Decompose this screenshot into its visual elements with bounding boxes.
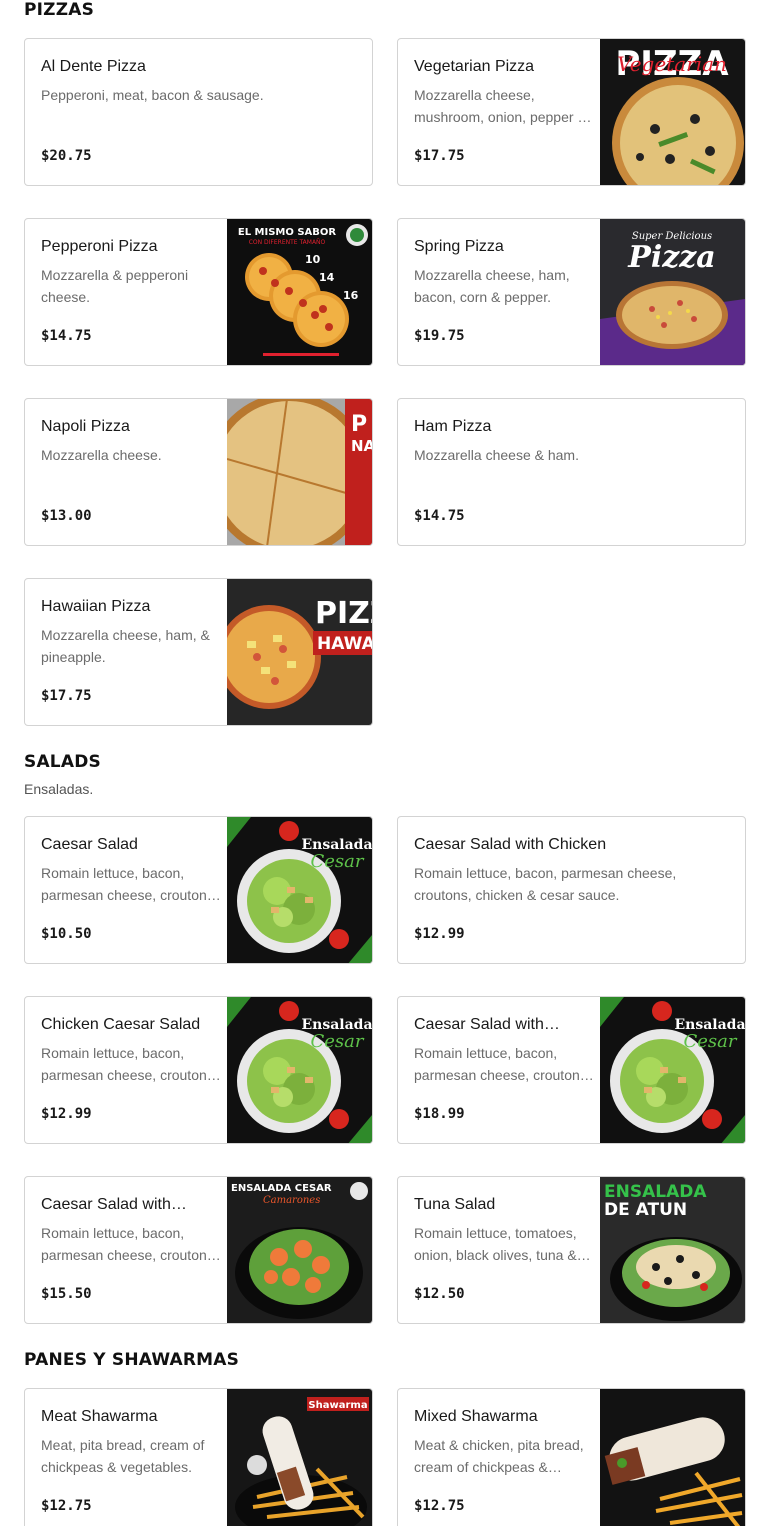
tuna-salad-image: ENSALADA DE ATUN [600,1177,745,1323]
svg-text:ENSALADA CESAR: ENSALADA CESAR [231,1183,332,1194]
svg-text:10: 10 [305,253,321,266]
svg-text:NA: NA [351,437,372,455]
menu-item-vegetarian-pizza[interactable]: Vegetarian Pizza Mozzarella cheese, mush… [397,38,746,186]
svg-text:P: P [351,412,367,437]
menu-item-caesar-salad-with-chicken[interactable]: Caesar Salad with Chicken Romain lettuce… [397,816,746,964]
meat-shawarma-image: Shawarma [227,1389,372,1526]
item-name: Al Dente Pizza [41,58,146,75]
menu-item-caesar-salad-with-1[interactable]: Caesar Salad with… Romain lettuce, bacon… [397,996,746,1144]
menu-item-pepperoni-pizza[interactable]: Pepperoni Pizza Mozzarella & pepperoni c… [24,218,373,366]
item-name: Vegetarian Pizza [414,58,535,75]
menu-item-mixed-shawarma[interactable]: Mixed Shawarma Meat & chicken, pita brea… [397,1388,746,1526]
menu-item-tuna-salad[interactable]: Tuna Salad Romain lettuce, tomatoes, oni… [397,1176,746,1324]
menu-item-al-dente-pizza[interactable]: Al Dente Pizza Pepperoni, meat, bacon & … [24,38,373,186]
item-description: Romain lettuce, bacon, parmesan cheese, … [41,865,214,903]
svg-text:PIZZ: PIZZ [315,596,372,631]
section-title-salads: SALADS [24,752,101,772]
menu-item-meat-shawarma[interactable]: Meat Shawarma Meat, pita bread, cream of… [24,1388,373,1526]
item-price: $12.99 [41,1106,92,1122]
item-description: Pepperoni, meat, bacon & sausage. [41,87,264,103]
menu-item-chicken-caesar-salad[interactable]: Chicken Caesar Salad Romain lettuce, bac… [24,996,373,1144]
item-price: $10.50 [41,926,92,942]
menu-item-caesar-salad[interactable]: Caesar Salad Romain lettuce, bacon, parm… [24,816,373,964]
item-price: $15.50 [41,1286,92,1302]
item-name: Caesar Salad with Chicken [414,836,607,853]
item-description: Romain lettuce, bacon, parmesan cheese, … [414,1045,587,1083]
caesar-salad-with-image: Ensalada Cesar [600,997,745,1143]
item-description: Romain lettuce, tomatoes, onion, black o… [414,1225,577,1263]
item-price: $12.50 [414,1286,465,1302]
item-description: Romain lettuce, bacon, parmesan cheese, … [41,1225,214,1263]
napoli-pizza-image: P NA [227,399,372,545]
svg-text:14: 14 [319,271,335,284]
svg-text:Camarones: Camarones [263,1195,320,1206]
item-description: Mozzarella cheese. [41,447,162,463]
item-name: Pepperoni Pizza [41,238,158,255]
item-price: $14.75 [414,508,465,524]
item-name: Caesar Salad with… [41,1196,187,1213]
item-price: $12.75 [41,1498,92,1514]
section-subtitle-salads: Ensaladas. [24,781,94,797]
svg-text:Cesar: Cesar [684,1031,738,1052]
item-name: Caesar Salad with… [414,1016,560,1033]
svg-text:ENSALADA: ENSALADA [604,1182,707,1202]
item-name: Ham Pizza [414,418,492,435]
item-price: $19.75 [414,328,465,344]
item-name: Meat Shawarma [41,1408,158,1425]
item-price: $13.00 [41,508,92,524]
svg-text:Cesar: Cesar [311,851,365,872]
item-price: $17.75 [41,688,92,704]
svg-text:EL MISMO SABOR: EL MISMO SABOR [238,227,337,238]
svg-text:DE ATUN: DE ATUN [604,1200,687,1220]
item-description: Meat, pita bread, cream of chickpeas & v… [41,1437,205,1475]
item-description: Romain lettuce, bacon, parmesan cheese, … [414,865,677,903]
hawaiian-pizza-image: PIZZ HAWAI [227,579,372,725]
item-name: Caesar Salad [41,836,138,853]
svg-text:Cesar: Cesar [311,1031,365,1052]
item-price: $18.99 [414,1106,465,1122]
menu-item-napoli-pizza[interactable]: Napoli Pizza Mozzarella cheese. $13.00 P… [24,398,373,546]
pepperoni-pizza-image: EL MISMO SABOR CON DIFERENTE TAMAÑO 10 1… [227,219,372,365]
item-name: Spring Pizza [414,238,504,255]
chicken-caesar-salad-image: Ensalada Cesar [227,997,372,1143]
menu-item-spring-pizza[interactable]: Spring Pizza Mozzarella cheese, ham, bac… [397,218,746,366]
svg-text:Vegetarian: Vegetarian [617,52,727,76]
item-description: Mozzarella cheese, ham, & pineapple. [41,627,210,665]
item-name: Napoli Pizza [41,418,130,435]
item-name: Tuna Salad [414,1196,496,1213]
item-price: $14.75 [41,328,92,344]
svg-text:Pizza: Pizza [627,240,715,275]
svg-text:Shawarma: Shawarma [308,1400,367,1411]
item-name: Mixed Shawarma [414,1408,538,1425]
item-price: $12.99 [414,926,465,942]
item-description: Mozzarella & pepperoni cheese. [41,267,189,305]
menu-item-caesar-salad-with-2[interactable]: Caesar Salad with… Romain lettuce, bacon… [24,1176,373,1324]
section-title-pizzas: PIZZAS [24,0,95,20]
item-description: Mozzarella cheese, ham, bacon, corn & pe… [414,267,570,305]
menu-item-ham-pizza[interactable]: Ham Pizza Mozzarella cheese & ham. $14.7… [397,398,746,546]
shrimp-caesar-salad-image: ENSALADA CESAR Camarones [227,1177,372,1323]
item-price: $12.75 [414,1498,465,1514]
vegetarian-pizza-image: PIZZA Vegetarian [600,39,745,185]
caesar-salad-image: Ensalada Cesar [227,817,372,963]
item-description: Mozzarella cheese & ham. [414,447,579,463]
item-description: Mozzarella cheese, mushroom, onion, pepp… [414,87,587,125]
spring-pizza-image: Super Delicious Pizza [600,219,745,365]
item-description: Meat & chicken, pita bread, cream of chi… [414,1437,584,1475]
svg-text:CON DIFERENTE TAMAÑO: CON DIFERENTE TAMAÑO [249,239,326,246]
item-price: $20.75 [41,148,92,164]
menu-item-hawaiian-pizza[interactable]: Hawaiian Pizza Mozzarella cheese, ham, &… [24,578,373,726]
mixed-shawarma-image [600,1389,745,1526]
item-name: Chicken Caesar Salad [41,1016,201,1033]
item-price: $17.75 [414,148,465,164]
item-name: Hawaiian Pizza [41,598,151,615]
svg-text:HAWAI: HAWAI [317,634,372,654]
item-description: Romain lettuce, bacon, parmesan cheese, … [41,1045,214,1083]
section-title-panes-y-shawarmas: PANES Y SHAWARMAS [24,1350,240,1370]
svg-text:16: 16 [343,289,359,302]
